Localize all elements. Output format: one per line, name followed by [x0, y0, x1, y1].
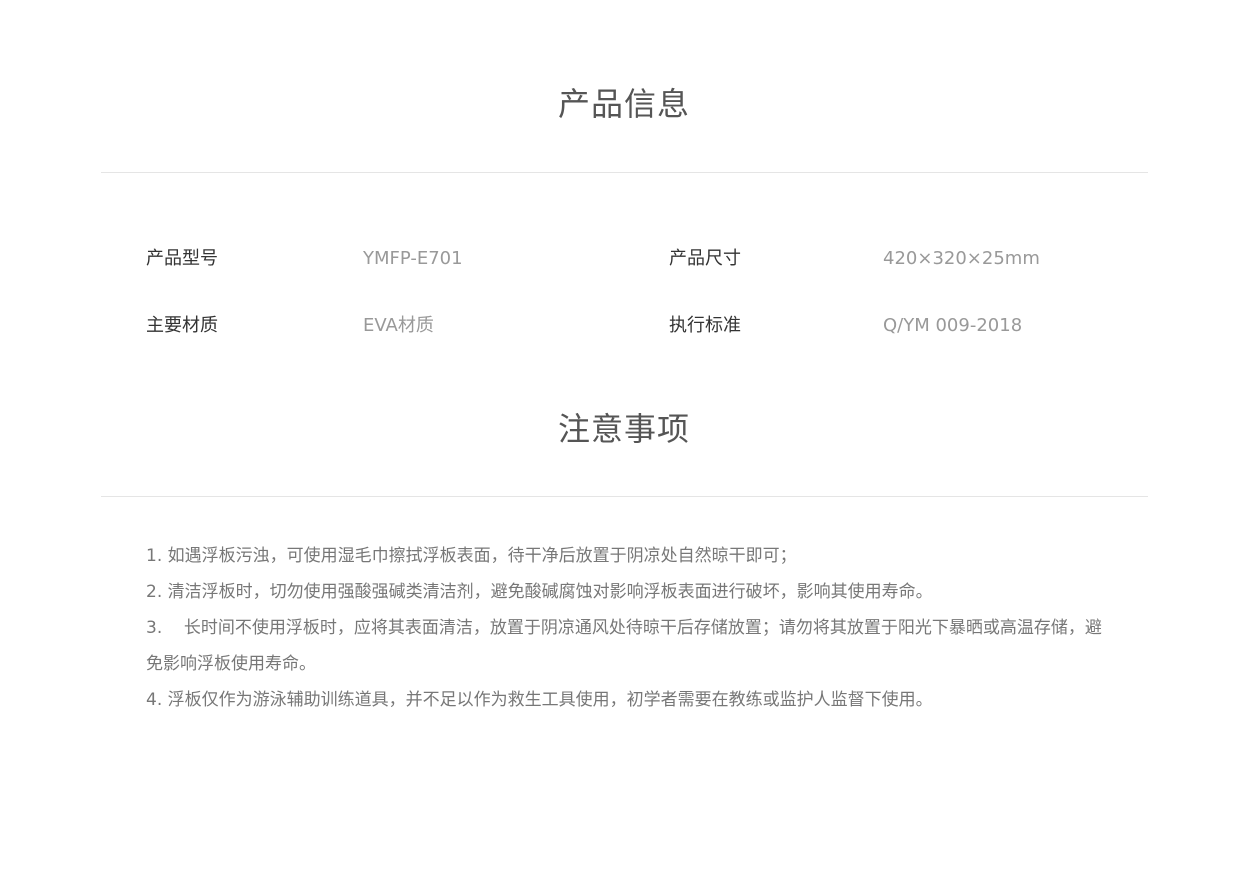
- spec-value-size: 420×320×25mm: [883, 248, 1040, 269]
- spec-value-standard: Q/YM 009-2018: [883, 315, 1023, 336]
- notice-item: 2. 清洁浮板时，切勿使用强酸强碱类清洁剂，避免酸碱腐蚀对影响浮板表面进行破坏，…: [146, 582, 933, 602]
- spec-label-model: 产品型号: [146, 248, 218, 269]
- spec-value-material: EVA材质: [363, 315, 434, 336]
- notice-title: 注意事项: [557, 410, 690, 448]
- notice-list: 1. 如遇浮板污浊，可使用湿毛巾擦拭浮板表面，待干净后放置于阴凉处自然晾干即可；…: [146, 538, 1108, 718]
- notice-item: 1. 如遇浮板污浊，可使用湿毛巾擦拭浮板表面，待干净后放置于阴凉处自然晾干即可；: [146, 546, 797, 566]
- spec-label-material: 主要材质: [146, 315, 218, 336]
- product-info-title: 产品信息: [557, 85, 690, 123]
- spec-value-model: YMFP-E701: [363, 248, 463, 269]
- spec-label-size: 产品尺寸: [669, 248, 741, 269]
- notice-item: 4. 浮板仅作为游泳辅助训练道具，并不足以作为救生工具使用，初学者需要在教练或监…: [146, 690, 933, 710]
- product-info-divider: [101, 172, 1148, 173]
- notice-divider: [101, 496, 1148, 497]
- notice-item: 3. 长时间不使用浮板时，应将其表面清洁，放置于阴凉通风处待晾干后存储放置；请勿…: [146, 618, 1102, 674]
- spec-label-standard: 执行标准: [669, 315, 741, 336]
